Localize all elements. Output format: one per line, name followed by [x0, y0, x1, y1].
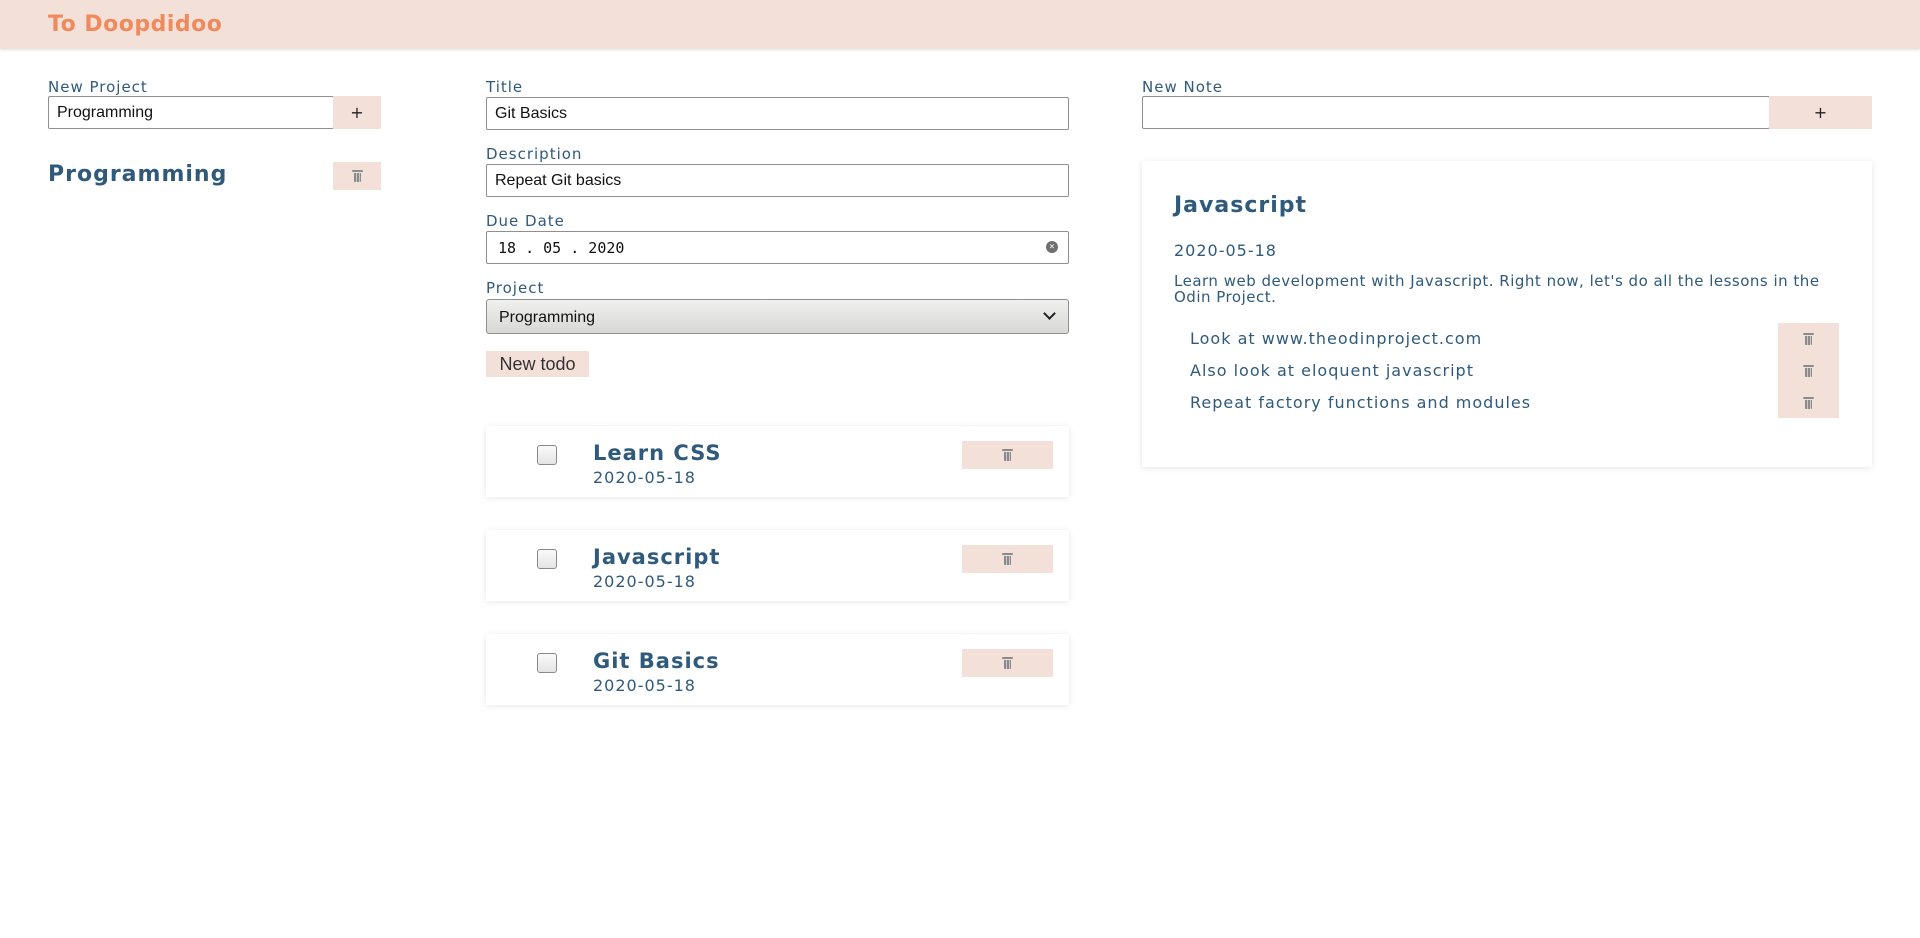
project-item-programming[interactable]: Programming	[48, 162, 227, 187]
todo-card[interactable]: Learn CSS 2020-05-18	[486, 426, 1069, 497]
due-date-label: Due Date	[486, 212, 565, 230]
todo-checkbox[interactable]	[537, 549, 557, 569]
chevron-down-icon	[1043, 307, 1056, 320]
todo-title: Learn CSS	[593, 441, 722, 465]
due-date-input[interactable]: 18 . 05 . 2020 ×	[486, 231, 1069, 264]
app-header: To Doopdidoo	[0, 0, 1920, 49]
project-select-value: Programming	[499, 309, 596, 326]
todo-card[interactable]: Git Basics 2020-05-18	[486, 634, 1069, 705]
clear-icon[interactable]: ×	[1046, 241, 1058, 253]
delete-todo-button[interactable]	[962, 441, 1053, 469]
detail-date: 2020-05-18	[1174, 241, 1277, 260]
project-select[interactable]: Programming	[486, 299, 1069, 334]
todo-checkbox[interactable]	[537, 653, 557, 673]
due-date-value: 18 . 05 . 2020	[498, 239, 625, 257]
todo-date: 2020-05-18	[593, 468, 696, 487]
todo-detail-card: Javascript 2020-05-18 Learn web developm…	[1142, 161, 1872, 467]
app-title: To Doopdidoo	[48, 12, 223, 37]
title-label: Title	[486, 78, 524, 96]
new-project-label: New Project	[48, 78, 148, 96]
project-label: Project	[486, 279, 545, 297]
note-item: Look at www.theodinproject.com	[1190, 329, 1483, 348]
todo-title: Javascript	[593, 545, 721, 569]
delete-note-button[interactable]	[1778, 323, 1839, 355]
todo-checkbox[interactable]	[537, 445, 557, 465]
note-item: Repeat factory functions and modules	[1190, 393, 1532, 412]
trash-icon	[1803, 397, 1814, 409]
todo-date: 2020-05-18	[593, 572, 696, 591]
todo-title: Git Basics	[593, 649, 720, 673]
new-note-label: New Note	[1142, 78, 1223, 96]
delete-todo-button[interactable]	[962, 649, 1053, 677]
note-item: Also look at eloquent javascript	[1190, 361, 1474, 380]
new-project-input[interactable]: Programming	[48, 96, 334, 129]
description-label: Description	[486, 145, 583, 163]
description-input[interactable]: Repeat Git basics	[486, 164, 1069, 197]
delete-todo-button[interactable]	[962, 545, 1053, 573]
trash-icon	[1002, 657, 1013, 669]
delete-note-button[interactable]	[1778, 387, 1839, 419]
delete-note-button[interactable]	[1778, 355, 1839, 387]
trash-icon	[1002, 449, 1013, 461]
trash-icon	[1002, 553, 1013, 565]
detail-title: Javascript	[1174, 193, 1308, 218]
detail-description: Learn web development with Javascript. R…	[1174, 272, 1820, 306]
title-input[interactable]: Git Basics	[486, 97, 1069, 130]
add-project-button[interactable]: +	[333, 96, 381, 129]
trash-icon	[1803, 365, 1814, 377]
todo-date: 2020-05-18	[593, 676, 696, 695]
new-todo-button[interactable]: New todo	[486, 351, 589, 377]
trash-icon	[1803, 333, 1814, 345]
trash-icon	[351, 170, 363, 182]
add-note-button[interactable]: +	[1769, 96, 1872, 129]
new-note-input[interactable]	[1142, 96, 1770, 129]
delete-project-button[interactable]	[333, 162, 381, 190]
todo-card[interactable]: Javascript 2020-05-18	[486, 530, 1069, 601]
